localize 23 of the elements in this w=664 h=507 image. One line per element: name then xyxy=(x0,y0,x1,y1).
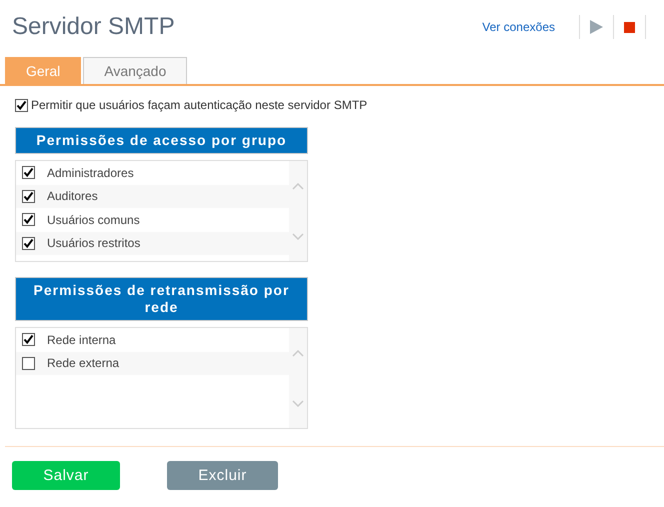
panel-header: Permissões de retransmissão por rede xyxy=(15,277,308,321)
save-button[interactable]: Salvar xyxy=(12,461,120,490)
view-connections-link[interactable]: Ver conexões xyxy=(482,20,555,34)
tab[interactable]: Avançado xyxy=(83,57,188,84)
tab[interactable]: Geral xyxy=(5,57,82,84)
page-title: Servidor SMTP xyxy=(12,13,176,41)
list-item-label: Usuários comuns xyxy=(47,212,140,227)
list-item-label: Rede interna xyxy=(47,332,116,347)
checkbox[interactable] xyxy=(22,236,35,250)
delete-button[interactable]: Excluir xyxy=(167,461,278,490)
checkbox[interactable] xyxy=(22,166,35,180)
checkbox[interactable] xyxy=(15,98,28,112)
checkbox[interactable] xyxy=(22,190,35,203)
list-item-label: Administradores xyxy=(47,166,134,180)
list-item-label: Rede externa xyxy=(47,356,120,370)
stop-icon[interactable] xyxy=(624,22,635,32)
checkbox[interactable] xyxy=(22,356,35,370)
checkbox[interactable] xyxy=(22,213,35,226)
checkbox[interactable] xyxy=(22,333,35,346)
checkbox-label: Permitir que usuários façam autenticação neste servidor SMTP xyxy=(31,98,368,112)
panel-header: Permissões de acesso por grupo xyxy=(15,127,308,154)
list-item-label: Usuários restritos xyxy=(47,236,140,250)
list-item-label: Auditores xyxy=(47,189,98,204)
